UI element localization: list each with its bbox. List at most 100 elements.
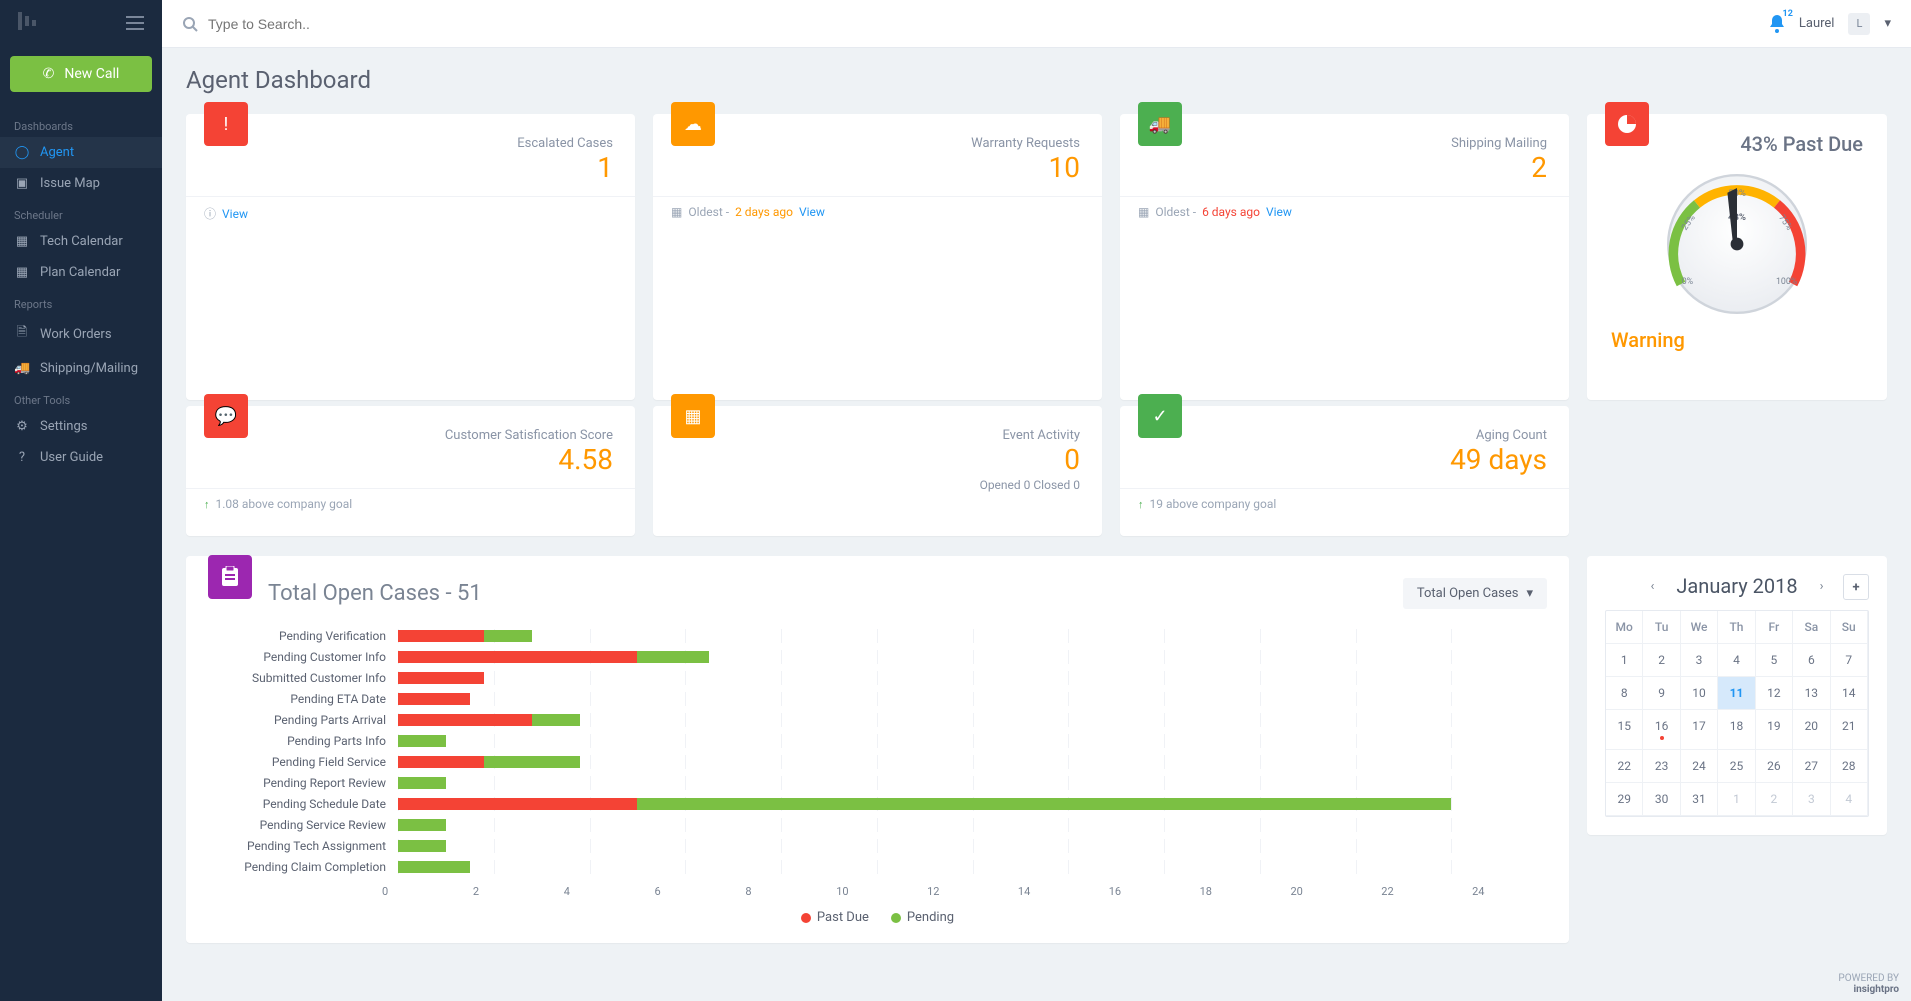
calendar-prev-button[interactable]: ‹ <box>1642 575 1662 598</box>
bar-pending <box>398 777 446 789</box>
calendar-day[interactable]: 5 <box>1756 644 1793 677</box>
up-arrow-icon: ↑ <box>1138 498 1144 511</box>
calendar-day[interactable]: 15 <box>1606 710 1643 750</box>
calendar-day[interactable]: 2 <box>1643 644 1680 677</box>
stat-value: 4.58 <box>445 443 613 476</box>
calendar-add-button[interactable]: + <box>1843 574 1869 600</box>
notifications-button[interactable]: 12 <box>1769 15 1785 33</box>
calendar-icon: ▦ <box>671 205 682 219</box>
view-link[interactable]: View <box>222 207 248 221</box>
calendar-day[interactable]: 20 <box>1793 710 1830 750</box>
stat-label: Warranty Requests <box>971 136 1080 151</box>
calendar-day[interactable]: 30 <box>1643 783 1680 816</box>
sidebar-item-settings[interactable]: ⚙Settings <box>0 411 162 442</box>
new-call-button[interactable]: ✆ New Call <box>10 56 152 92</box>
gauge-card: 43% Past Due <box>1587 114 1887 400</box>
chart-title: Total Open Cases - 51 <box>268 581 482 606</box>
calendar-day[interactable]: 10 <box>1681 677 1718 710</box>
calendar-day[interactable]: 25 <box>1718 750 1755 783</box>
bar-row: Pending Customer Info <box>208 646 1547 667</box>
bar-row: Pending Claim Completion <box>208 856 1547 877</box>
sidebar-item-user-guide[interactable]: ?User Guide <box>0 442 162 473</box>
nav-label: Plan Calendar <box>40 265 120 280</box>
calendar-day[interactable]: 24 <box>1681 750 1718 783</box>
sidebar-item-work-orders[interactable]: 🗎Work Orders <box>0 315 162 353</box>
bar-past-due <box>398 798 637 810</box>
bar-pending <box>484 756 580 768</box>
nav-section-title: Other Tools <box>0 384 162 411</box>
svg-text:100%: 100% <box>1776 277 1798 287</box>
nav-icon: ▦ <box>14 234 30 249</box>
sidebar-item-tech-calendar[interactable]: ▦Tech Calendar <box>0 226 162 257</box>
calendar-day[interactable]: 8 <box>1606 677 1643 710</box>
chart-filter-dropdown[interactable]: Total Open Cases ▾ <box>1403 578 1547 609</box>
nav-label: Shipping/Mailing <box>40 361 138 376</box>
stat-footer: ▦ Oldest - 6 days ago View <box>1120 196 1569 227</box>
username[interactable]: Laurel <box>1799 16 1835 31</box>
sidebar-item-agent[interactable]: ◯Agent <box>0 137 162 168</box>
nav-icon: ? <box>14 450 30 465</box>
calendar-day[interactable]: 27 <box>1793 750 1830 783</box>
bar-pending <box>398 819 446 831</box>
calendar-day[interactable]: 23 <box>1643 750 1680 783</box>
calendar-day[interactable]: 31 <box>1681 783 1718 816</box>
calendar-day[interactable]: 1 <box>1718 783 1755 816</box>
calendar-day[interactable]: 17 <box>1681 710 1718 750</box>
calendar-day[interactable]: 26 <box>1756 750 1793 783</box>
chevron-down-icon[interactable]: ▾ <box>1884 16 1891 31</box>
calendar-day[interactable]: 4 <box>1831 783 1868 816</box>
stat-sub: Opened 0 Closed 0 <box>980 478 1080 492</box>
view-link[interactable]: View <box>1266 205 1292 219</box>
calendar-dow: Sa <box>1793 611 1830 644</box>
stat-footer: ↑ 19 above company goal <box>1120 488 1569 519</box>
sidebar-item-plan-calendar[interactable]: ▦Plan Calendar <box>0 257 162 288</box>
hamburger-icon[interactable] <box>126 16 144 30</box>
calendar-day[interactable]: 9 <box>1643 677 1680 710</box>
notification-badge: 12 <box>1783 9 1793 19</box>
bar-row: Pending Service Review <box>208 814 1547 835</box>
calendar-day[interactable]: 11 <box>1718 677 1755 710</box>
nav-section-title: Dashboards <box>0 110 162 137</box>
calendar-day[interactable]: 2 <box>1756 783 1793 816</box>
nav-icon: ◯ <box>14 145 30 160</box>
calendar-day[interactable]: 16 <box>1643 710 1680 750</box>
calendar-day[interactable]: 19 <box>1756 710 1793 750</box>
stat-label: Escalated Cases <box>517 136 613 151</box>
search-input[interactable] <box>208 16 508 32</box>
logo <box>18 12 126 34</box>
calendar-day[interactable]: 14 <box>1831 677 1868 710</box>
calendar-day[interactable]: 3 <box>1793 783 1830 816</box>
calendar-day[interactable]: 12 <box>1756 677 1793 710</box>
bar-past-due <box>398 756 484 768</box>
calendar-day[interactable]: 7 <box>1831 644 1868 677</box>
stat-label: Customer Satisfication Score <box>445 428 613 443</box>
bar-row: Pending Tech Assignment <box>208 835 1547 856</box>
bar-past-due <box>398 714 532 726</box>
calendar-day[interactable]: 28 <box>1831 750 1868 783</box>
nav-icon: 🗎 <box>14 323 30 345</box>
stat-label: Shipping Mailing <box>1451 136 1547 151</box>
nav-section-title: Scheduler <box>0 199 162 226</box>
bar-label: Pending Service Review <box>208 818 398 832</box>
open-cases-card: Total Open Cases - 51 Total Open Cases ▾… <box>186 556 1569 943</box>
view-link[interactable]: View <box>799 205 825 219</box>
calendar-day[interactable]: 4 <box>1718 644 1755 677</box>
calendar-next-button[interactable]: › <box>1812 575 1832 598</box>
sidebar-item-shipping-mailing[interactable]: 🚚Shipping/Mailing <box>0 353 162 384</box>
calendar-day[interactable]: 13 <box>1793 677 1830 710</box>
calendar-day[interactable]: 21 <box>1831 710 1868 750</box>
calendar-day[interactable]: 1 <box>1606 644 1643 677</box>
avatar[interactable]: L <box>1848 13 1870 35</box>
stat-footer: ↑ 1.08 above company goal <box>186 488 635 519</box>
sidebar-item-issue-map[interactable]: ▣Issue Map <box>0 168 162 199</box>
bar-label: Pending ETA Date <box>208 692 398 706</box>
calendar-day[interactable]: 6 <box>1793 644 1830 677</box>
search[interactable] <box>182 16 1769 32</box>
calendar-day[interactable]: 29 <box>1606 783 1643 816</box>
stat-value: 10 <box>971 151 1080 184</box>
calendar-card: + ‹ January 2018 › MoTuWeThFrSaSu1234567… <box>1587 556 1887 835</box>
calendar-day[interactable]: 18 <box>1718 710 1755 750</box>
calendar-day[interactable]: 22 <box>1606 750 1643 783</box>
legend-dot-pending-icon <box>891 913 901 923</box>
calendar-day[interactable]: 3 <box>1681 644 1718 677</box>
